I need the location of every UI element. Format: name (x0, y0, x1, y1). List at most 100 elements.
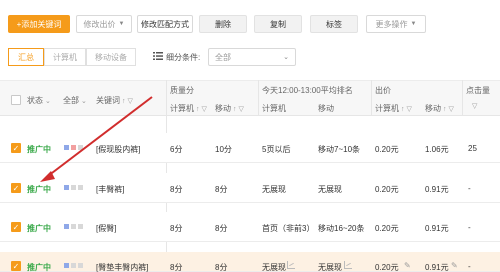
row-quality-pc: 8分 (170, 224, 183, 233)
filter-icon: ▽ (238, 106, 244, 113)
add-keyword-button[interactable]: +添加关键词 (8, 15, 70, 33)
tag-color-icon (78, 224, 83, 229)
table-row[interactable]: ✓ 推广中 [假现股内裤] 6分 10分 5页以后 移动7~10条 0.20元 … (0, 133, 500, 163)
row-quality-pc: 6分 (170, 145, 183, 154)
edit-bid-label: 修改出价 (83, 19, 116, 29)
bid-pc-header[interactable]: 计算机 ↑ ▽ (375, 103, 412, 114)
quality-header: 质量分 (170, 86, 194, 95)
row-keyword[interactable]: [假臀] (96, 223, 116, 234)
row-rank-mobile: 无展现 (318, 263, 342, 272)
row-bid-pc[interactable]: 0.20元 (375, 223, 399, 234)
more-actions-button[interactable]: 更多操作 ▼ (366, 15, 426, 33)
row-checkbox[interactable]: ✓ (11, 261, 21, 271)
quality-pc-header[interactable]: 计算机 ↑ ▽ (170, 103, 207, 114)
tag-label: 标签 (326, 19, 342, 29)
quality-pc-label: 计算机 (170, 104, 194, 113)
row-bid-pc[interactable]: 0.20元 (375, 184, 399, 195)
filter-icon: ▽ (448, 106, 454, 113)
row-checkbox[interactable]: ✓ (11, 183, 21, 193)
chevron-down-icon: ⌄ (283, 54, 289, 61)
list-filter-icon (153, 51, 163, 61)
segment-pc[interactable]: 计算机 (44, 48, 86, 66)
tag-color-icon (64, 263, 69, 268)
row-clicks: - (468, 223, 471, 232)
clicks-filter-header[interactable]: ▽ (470, 101, 477, 110)
status-header[interactable]: 状态 ⌄ (27, 95, 51, 106)
edit-bid-button[interactable]: 修改出价 ▼ (76, 15, 132, 33)
filter-icon: ▽ (127, 98, 133, 105)
row-keyword[interactable]: [臀垫丰臀内裤] (96, 262, 148, 272)
segment-mobile[interactable]: 移动设备 (86, 48, 136, 66)
row-rank-mobile: 无展现 (318, 185, 342, 194)
table-row[interactable]: ✓ 推广中 [假臀] 8分 8分 首页（非前3） 移动16~20条 0.20元 … (0, 212, 500, 242)
rank-pc-header: 计算机 (262, 104, 286, 113)
tag-color-icon (64, 145, 69, 150)
row-bid-mobile[interactable]: 0.91元 (425, 262, 449, 272)
copy-button[interactable]: 复制 (254, 15, 302, 33)
tag-color-icon (78, 263, 83, 268)
copy-label: 复制 (270, 19, 286, 29)
column-divider (371, 80, 372, 116)
row-rank-mobile: 移动16~20条 (318, 224, 365, 233)
keyword-header[interactable]: 关键词 ↑ ▽ (96, 95, 133, 106)
bid-mobile-label: 移动 (425, 104, 441, 113)
sort-icon: ↑ (196, 106, 200, 113)
row-quality-mobile: 8分 (215, 185, 228, 194)
row-clicks: - (468, 262, 471, 271)
row-rank-pc: 5页以后 (262, 145, 291, 154)
row-checkbox[interactable]: ✓ (11, 143, 21, 153)
row-rank-mobile: 移动7~10条 (318, 145, 361, 154)
row-quality-pc: 8分 (170, 185, 183, 194)
trend-chart-icon[interactable] (287, 261, 295, 269)
row-quality-mobile: 8分 (215, 263, 228, 272)
quality-mobile-label: 移动 (215, 104, 231, 113)
table-row[interactable]: ✓ 推广中 [丰臀裤] 8分 8分 无展现 无展现 0.20元 0.91元 - (0, 173, 500, 203)
segment-summary[interactable]: 汇总 (8, 48, 44, 66)
row-keyword[interactable]: [丰臀裤] (96, 184, 124, 195)
sort-icon: ↑ (401, 106, 405, 113)
quality-mobile-header[interactable]: 移动 ↑ ▽ (215, 103, 244, 114)
all-filter-label: 全部 (63, 96, 79, 105)
row-bid-mobile[interactable]: 0.91元 (425, 223, 449, 234)
all-filter-header[interactable]: 全部 ⌄ (63, 95, 87, 106)
segment-mobile-label: 移动设备 (95, 52, 127, 62)
rank-header: 今天12:00-13:00平均排名 (262, 86, 353, 95)
row-status: 推广中 (27, 145, 51, 154)
detail-condition-select[interactable]: 全部 ⌄ (208, 48, 296, 66)
delete-button[interactable]: 删除 (199, 15, 247, 33)
row-rank-pc: 无展现 (262, 185, 286, 194)
row-bid-pc[interactable]: 0.20元 (375, 262, 399, 272)
sort-icon: ↑ (233, 106, 237, 113)
table-row[interactable]: ✓ 推广中 [臀垫丰臀内裤] 8分 8分 无展现 无展现 0.20元 ✎ 0.9… (0, 252, 500, 272)
row-bid-mobile[interactable]: 0.91元 (425, 184, 449, 195)
chevron-down-icon: ⌄ (45, 98, 51, 105)
edit-icon[interactable]: ✎ (404, 261, 411, 270)
clicks-header: 点击量 (466, 86, 490, 95)
segment-summary-label: 汇总 (18, 52, 34, 62)
row-bid-pc[interactable]: 0.20元 (375, 144, 399, 155)
tag-color-icon (71, 185, 76, 190)
edit-icon[interactable]: ✎ (451, 261, 458, 270)
tag-color-icon (78, 145, 83, 150)
column-divider (258, 80, 259, 116)
edit-match-button[interactable]: 修改匹配方式 (137, 15, 193, 33)
bid-mobile-header[interactable]: 移动 ↑ ▽ (425, 103, 454, 114)
row-checkbox[interactable]: ✓ (11, 222, 21, 232)
tag-button[interactable]: 标签 (310, 15, 358, 33)
row-rank-pc: 无展现 (262, 263, 286, 272)
tag-color-icon (64, 224, 69, 229)
trend-chart-icon[interactable] (344, 261, 352, 269)
row-status: 推广中 (27, 224, 51, 233)
row-quality-mobile: 8分 (215, 224, 228, 233)
row-bid-mobile[interactable]: 1.06元 (425, 144, 449, 155)
row-keyword[interactable]: [假现股内裤] (96, 144, 140, 155)
add-keyword-label: +添加关键词 (16, 19, 62, 29)
sort-icon: ↑ (443, 106, 447, 113)
bid-pc-label: 计算机 (375, 104, 399, 113)
column-divider (462, 80, 463, 116)
keyword-header-label: 关键词 (96, 96, 120, 105)
bid-header: 出价 (375, 86, 391, 95)
delete-label: 删除 (215, 19, 231, 29)
select-all-checkbox[interactable] (11, 95, 21, 105)
more-actions-label: 更多操作 (375, 19, 408, 29)
